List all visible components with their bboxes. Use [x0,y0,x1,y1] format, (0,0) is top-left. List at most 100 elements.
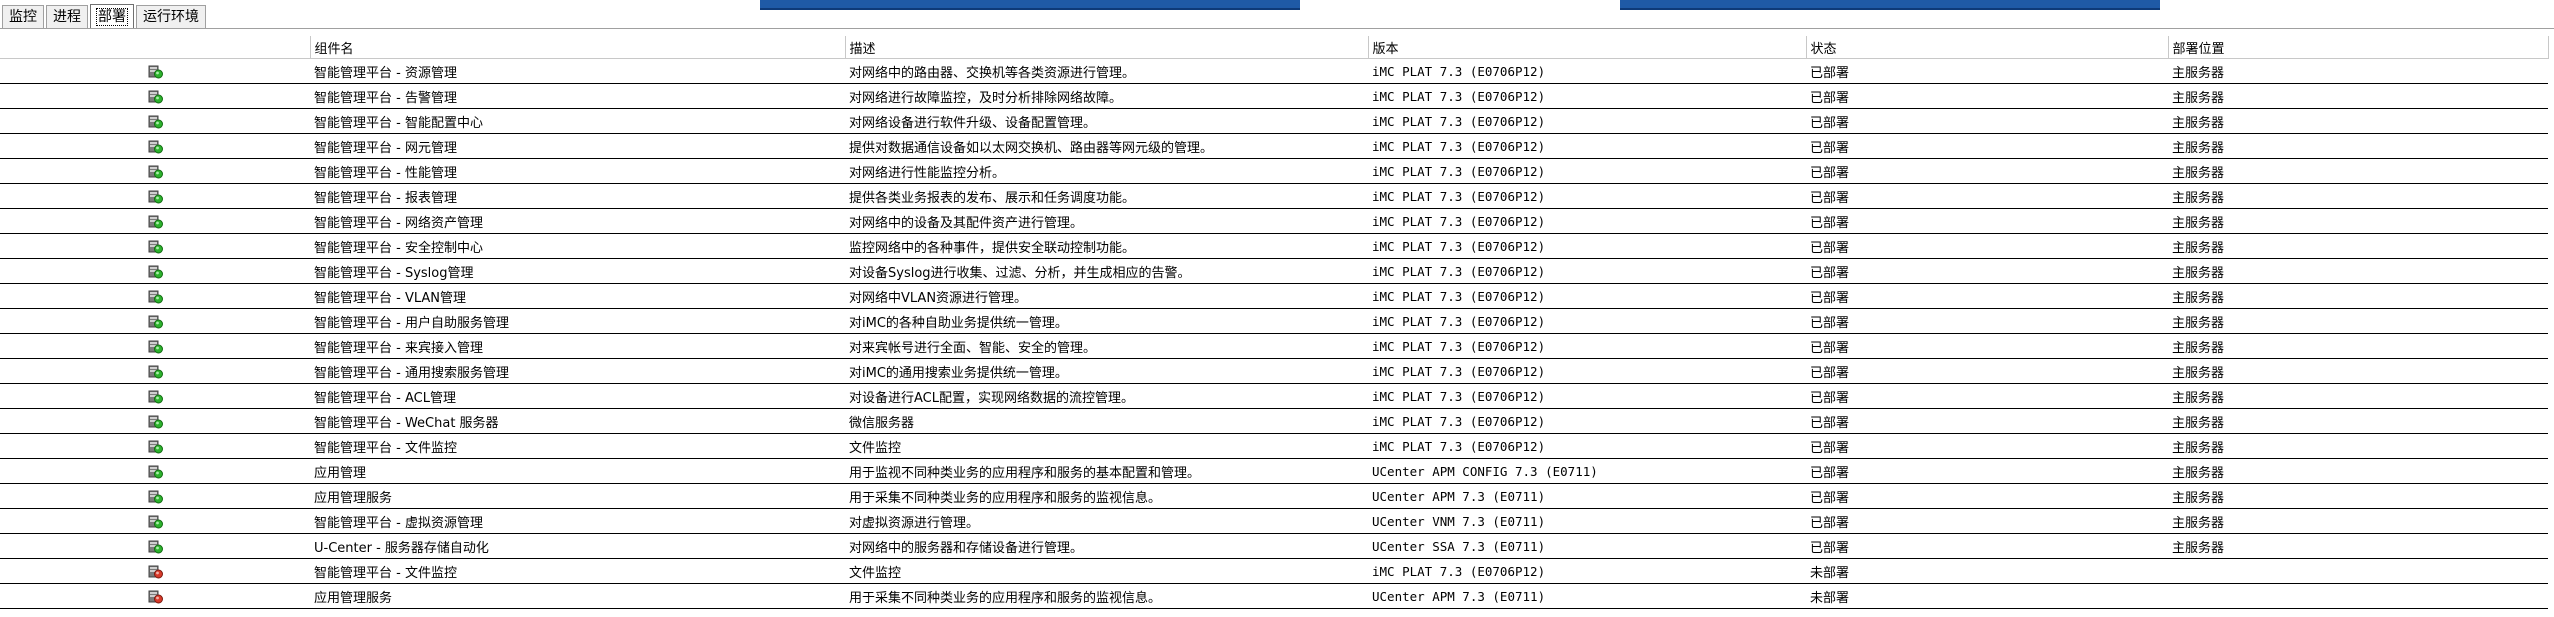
deploy-location: 主服务器 [2168,358,2548,384]
tab-process[interactable]: 进程 [46,5,88,28]
table-row[interactable]: 智能管理平台 - 网络资产管理 对网络中的设备及其配件资产进行管理。 iMC PLA… [0,208,2548,234]
deploy-location: 主服务器 [2168,133,2548,159]
table-row[interactable]: U-Center - 服务器存储自动化 对网络中的服务器和存储设备进行管理。 UCe… [0,533,2548,559]
deployed-component-icon [147,513,163,529]
component-name: 智能管理平台 - 虚拟资源管理 [310,508,845,534]
component-name: 应用管理服务 [310,583,845,609]
table-row[interactable]: 智能管理平台 - ACL管理 对设备进行ACL配置，实现网络数据的流控管理。 iMC… [0,383,2548,409]
component-name: 应用管理 [310,458,845,484]
table-row[interactable]: 智能管理平台 - 资源管理 对网络中的路由器、交换机等各类资源进行管理。 iMC P… [0,58,2548,84]
component-description: 微信服务器 [845,408,1368,434]
table-row[interactable]: 智能管理平台 - WeChat 服务器 微信服务器 iMC PLAT 7.3 (E0… [0,408,2548,434]
deploy-location [2168,558,2548,584]
component-version: iMC PLAT 7.3 (E0706P12) [1368,408,1806,434]
deploy-status: 已部署 [1806,433,2168,459]
table-row[interactable]: 应用管理服务 用于采集不同种类业务的应用程序和服务的监视信息。 UCenter AP… [0,483,2548,509]
tab-monitor[interactable]: 监控 [2,5,44,28]
deploy-status: 已部署 [1806,258,2168,284]
component-description: 用于采集不同种类业务的应用程序和服务的监视信息。 [845,583,1368,609]
deploy-location: 主服务器 [2168,283,2548,309]
column-header-name[interactable]: 组件名 [310,36,846,59]
table-row[interactable]: 智能管理平台 - 网元管理 提供对数据通信设备如以太网交换机、路由器等网元级的管理… [0,133,2548,159]
component-name: 智能管理平台 - 文件监控 [310,433,845,459]
component-version: UCenter SSA 7.3 (E0711) [1368,533,1806,559]
component-description: 文件监控 [845,433,1368,459]
component-name: 智能管理平台 - VLAN管理 [310,283,845,309]
component-version: iMC PLAT 7.3 (E0706P12) [1368,233,1806,259]
row-status-icon-cell [0,308,310,334]
row-status-icon-cell [0,58,310,84]
column-header-location[interactable]: 部署位置 [2168,36,2549,59]
column-header-status[interactable]: 状态 [1806,36,2169,59]
row-status-icon-cell [0,358,310,384]
component-name: 智能管理平台 - ACL管理 [310,383,845,409]
deploy-location: 主服务器 [2168,483,2548,509]
deployed-component-icon [147,288,163,304]
component-description: 对来宾帐号进行全面、智能、安全的管理。 [845,333,1368,359]
row-status-icon-cell [0,433,310,459]
column-header-version[interactable]: 版本 [1368,36,1807,59]
table-row[interactable]: 智能管理平台 - 虚拟资源管理 对虚拟资源进行管理。 UCenter VNM 7.3… [0,508,2548,534]
component-version: UCenter APM 7.3 (E0711) [1368,583,1806,609]
component-version: iMC PLAT 7.3 (E0706P12) [1368,83,1806,109]
row-status-icon-cell [0,233,310,259]
table-row[interactable]: 智能管理平台 - 文件监控 文件监控 iMC PLAT 7.3 (E0706P12)… [0,433,2548,459]
deploy-location: 主服务器 [2168,333,2548,359]
component-version: iMC PLAT 7.3 (E0706P12) [1368,258,1806,284]
component-version: iMC PLAT 7.3 (E0706P12) [1368,283,1806,309]
column-header-description[interactable]: 描述 [845,36,1369,59]
component-version: iMC PLAT 7.3 (E0706P12) [1368,108,1806,134]
component-description: 对iMC的通用搜索业务提供统一管理。 [845,358,1368,384]
deployed-component-icon [147,138,163,154]
component-name: 智能管理平台 - 报表管理 [310,183,845,209]
deploy-location: 主服务器 [2168,208,2548,234]
row-status-icon-cell [0,258,310,284]
component-version: iMC PLAT 7.3 (E0706P12) [1368,333,1806,359]
table-row[interactable]: 智能管理平台 - 告警管理 对网络进行故障监控，及时分析排除网络故障。 iMC PL… [0,83,2548,109]
deployed-component-icon [147,213,163,229]
deployed-component-icon [147,388,163,404]
row-status-icon-cell [0,208,310,234]
table-row[interactable]: 应用管理 用于监视不同种类业务的应用程序和服务的基本配置和管理。 UCenter A… [0,458,2548,484]
deploy-status: 已部署 [1806,383,2168,409]
component-version: UCenter APM 7.3 (E0711) [1368,483,1806,509]
component-name: 应用管理服务 [310,483,845,509]
table-row[interactable]: 智能管理平台 - 安全控制中心 监控网络中的各种事件，提供安全联动控制功能。 iMC… [0,233,2548,259]
table-row[interactable]: 智能管理平台 - 来宾接入管理 对来宾帐号进行全面、智能、安全的管理。 iMC PL… [0,333,2548,359]
table-row[interactable]: 智能管理平台 - Syslog管理 对设备Syslog进行收集、过滤、分析，并生成… [0,258,2548,284]
undeployed-component-icon [147,588,163,604]
table-row[interactable]: 智能管理平台 - 用户自助服务管理 对iMC的各种自助业务提供统一管理。 iMC P… [0,308,2548,334]
row-status-icon-cell [0,383,310,409]
deploy-status: 已部署 [1806,58,2168,84]
component-description: 对网络中的设备及其配件资产进行管理。 [845,208,1368,234]
column-header-icon[interactable] [0,36,311,59]
deploy-location: 主服务器 [2168,158,2548,184]
table-row[interactable]: 智能管理平台 - VLAN管理 对网络中VLAN资源进行管理。 iMC PLAT 7… [0,283,2548,309]
tab-environment[interactable]: 运行环境 [136,5,206,28]
tab-bar: 监控 进程 部署 运行环境 [0,0,208,29]
table-row[interactable]: 智能管理平台 - 智能配置中心 对网络设备进行软件升级、设备配置管理。 iMC PL… [0,108,2548,134]
deploy-location: 主服务器 [2168,108,2548,134]
row-status-icon-cell [0,508,310,534]
tab-label: 监控 [9,9,37,25]
deployed-component-icon [147,313,163,329]
component-table-container: 组件名 描述 版本 状态 部署位置 智能管理平台 - 资源管理 对网络中的路由器、… [0,36,2549,609]
table-row[interactable]: 智能管理平台 - 通用搜索服务管理 对iMC的通用搜索业务提供统一管理。 iMC P… [0,358,2548,384]
table-row[interactable]: 智能管理平台 - 报表管理 提供各类业务报表的发布、展示和任务调度功能。 iMC P… [0,183,2548,209]
table-row[interactable]: 应用管理服务 用于采集不同种类业务的应用程序和服务的监视信息。 UCenter AP… [0,583,2548,609]
component-name: 智能管理平台 - 文件监控 [310,558,845,584]
header-banner-right [1620,0,2160,10]
tab-deploy[interactable]: 部署 [90,4,134,29]
deployed-component-icon [147,188,163,204]
table-header-row: 组件名 描述 版本 状态 部署位置 [0,36,2549,59]
table-row[interactable]: 智能管理平台 - 文件监控 文件监控 iMC PLAT 7.3 (E0706P12)… [0,558,2548,584]
deployed-component-icon [147,113,163,129]
component-version: iMC PLAT 7.3 (E0706P12) [1368,158,1806,184]
table-row[interactable]: 智能管理平台 - 性能管理 对网络进行性能监控分析。 iMC PLAT 7.3 (E… [0,158,2548,184]
row-status-icon-cell [0,483,310,509]
row-status-icon-cell [0,408,310,434]
component-name: 智能管理平台 - 资源管理 [310,58,845,84]
component-version: iMC PLAT 7.3 (E0706P12) [1368,133,1806,159]
row-status-icon-cell [0,158,310,184]
deploy-location: 主服务器 [2168,508,2548,534]
